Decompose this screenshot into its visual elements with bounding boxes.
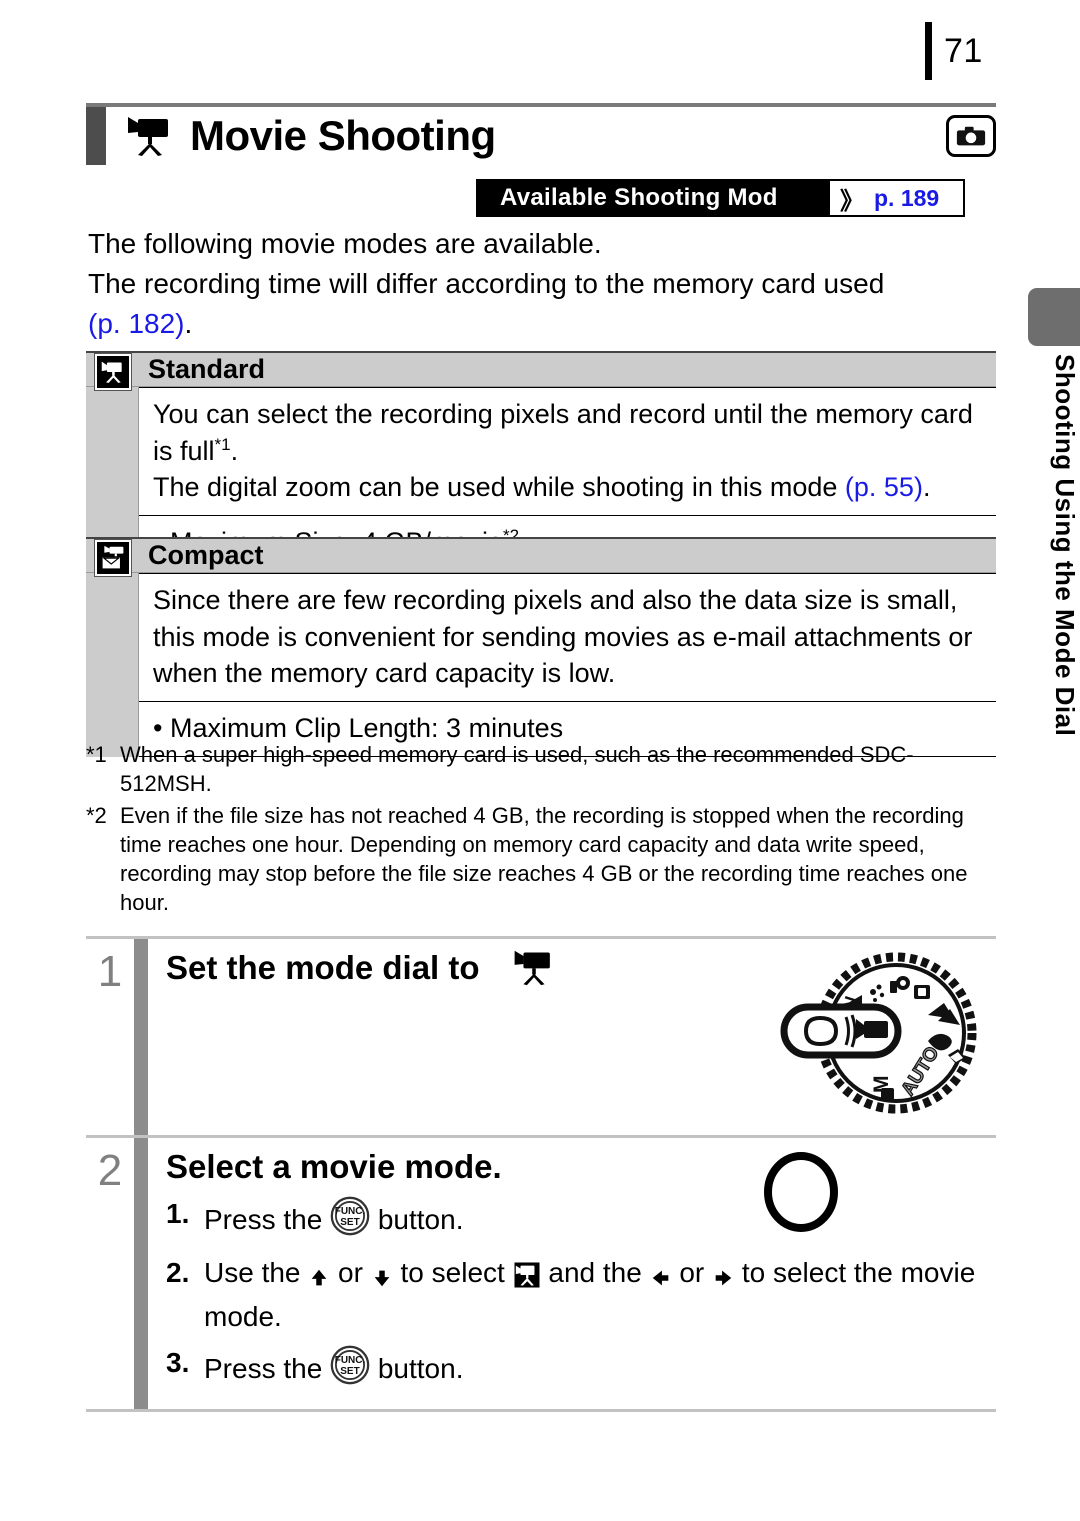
page-title: Movie Shooting <box>190 112 496 159</box>
mode-dial-illustration: SCN M AUTO <box>778 945 988 1125</box>
standard-zoom-text: The digital zoom can be used while shoot… <box>153 472 845 503</box>
substep-item: 1. Press the FUNC. SET button. <box>166 1196 996 1245</box>
camera-back-circle-illustration <box>756 1150 856 1245</box>
substep-text-before: Press the <box>204 1353 331 1385</box>
substep-mid-4: or <box>671 1257 713 1289</box>
footnote-item: *1 When a super high-speed memory card i… <box>86 740 996 799</box>
substep-mid-3: and the <box>540 1257 650 1289</box>
movie-compact-email-icon <box>94 539 132 577</box>
step-number: 1 <box>97 947 123 996</box>
available-shooting-modes-badge[interactable]: Available Shooting Mod 》 p. 189 <box>476 179 966 217</box>
intro-line-3: (p. 182). <box>88 304 968 344</box>
badge-page-link[interactable]: p. 189 <box>874 185 939 212</box>
movie-camera-icon <box>124 115 176 157</box>
mode-row-description: Since there are few recording pixels and… <box>153 585 973 689</box>
step-divider-bar <box>134 939 148 1135</box>
standard-desc-period: . <box>230 435 239 466</box>
svg-text:SET: SET <box>340 1366 359 1377</box>
arrow-down-icon[interactable] <box>371 1262 393 1298</box>
movie-standard-icon <box>94 353 132 391</box>
substep-text: Use the or to select and the or to selec… <box>204 1255 996 1335</box>
mode-header-compact: Compact <box>86 537 996 577</box>
step-title-text: Set the mode dial to <box>166 949 480 986</box>
func-set-button-icon[interactable]: FUNC. SET <box>330 1196 370 1245</box>
footnote-mark: *1 <box>86 742 107 767</box>
mode-rows-compact: Since there are few recording pixels and… <box>139 573 996 757</box>
page-header: Movie Shooting <box>86 103 996 165</box>
mode-table-compact: Compact Since there are few recording pi… <box>86 537 996 757</box>
substep-number: 2. <box>166 1257 190 1289</box>
footnote-text: When a super high-speed memory card is u… <box>120 742 914 797</box>
intro-page-link[interactable]: (p. 182) <box>88 308 185 339</box>
step-divider-bar <box>134 1138 148 1409</box>
step-number: 2 <box>97 1146 123 1195</box>
footnote-item: *2 Even if the file size has not reached… <box>86 801 996 918</box>
footnote-mark: *2 <box>86 802 107 828</box>
arrow-left-icon[interactable] <box>650 1262 672 1298</box>
substep-text-before: Press the <box>204 1204 331 1235</box>
chevron-right-icon: 》 <box>840 187 864 215</box>
page-number-block: 71 <box>925 22 983 80</box>
intro-line-1: The following movie modes are available. <box>88 228 602 259</box>
page-number: 71 <box>944 31 983 70</box>
arrow-up-icon[interactable] <box>308 1262 330 1298</box>
side-tab-label: Shooting Using the Mode Dial <box>1050 354 1080 737</box>
substep-text-after: button. <box>370 1204 464 1235</box>
mode-row-description: You can select the recording pixels and … <box>139 388 996 515</box>
footnotes: *1 When a super high-speed memory card i… <box>86 740 996 920</box>
substep-text: Press the FUNC. SET button. <box>204 1345 996 1394</box>
substep-text: Press the FUNC. SET button. <box>204 1196 996 1245</box>
movie-camera-icon <box>511 949 557 994</box>
steps-list: 1 Set the mode dial to M AUTO 2 Select a… <box>86 936 996 1412</box>
intro-line-3-tail: . <box>184 307 193 339</box>
func-set-button-icon[interactable]: FUNC. SET <box>330 1345 370 1394</box>
substep-item: 3. Press the FUNC. SET button. <box>166 1345 996 1394</box>
footnote-marker-1: *1 <box>214 434 231 454</box>
substep-number: 3. <box>166 1347 190 1379</box>
side-tab-block <box>1028 288 1080 346</box>
arrow-right-icon[interactable] <box>712 1262 734 1298</box>
substep-number: 1. <box>166 1198 190 1229</box>
mode-label-compact: Compact <box>148 540 264 570</box>
svg-text:FUNC.: FUNC. <box>335 1206 366 1217</box>
substep-text-after: button. <box>370 1353 464 1385</box>
standard-desc-line-2: The digital zoom can be used while shoot… <box>153 469 984 506</box>
step-title: Select a movie mode. <box>166 1148 502 1185</box>
standard-zoom-tail: . <box>922 472 931 503</box>
page-number-rule <box>925 22 932 80</box>
standard-zoom-link[interactable]: (p. 55) <box>845 472 923 502</box>
svg-text:FUNC.: FUNC. <box>335 1355 366 1366</box>
intro-text: The following movie modes are available.… <box>88 224 968 343</box>
badge-reference[interactable]: 》 p. 189 <box>830 181 964 215</box>
mode-body-compact: Since there are few recording pixels and… <box>86 573 996 757</box>
svg-text:SET: SET <box>340 1217 359 1228</box>
mode-gutter-compact <box>86 573 139 757</box>
step-body: Set the mode dial to M AUTO <box>148 939 996 1135</box>
substep-mid-2: to select <box>392 1257 513 1289</box>
dial-selection-callout <box>780 1003 902 1059</box>
substep-text-before: Use the <box>204 1257 309 1289</box>
header-accent-bar <box>86 107 106 165</box>
side-tab: Shooting Using the Mode Dial <box>1028 288 1080 848</box>
step-item: 2 Select a movie mode. 1. Press the FUNC… <box>86 1135 996 1412</box>
substep-item: 2. Use the or to select and the or to se… <box>166 1255 996 1335</box>
mode-header-standard: Standard <box>86 351 996 391</box>
mode-label-standard: Standard <box>148 354 266 384</box>
footnote-text: Even if the file size has not reached 4 … <box>120 802 968 916</box>
standard-desc-text: You can select the recording pixels and … <box>153 399 973 466</box>
intro-line-2: The recording time will differ according… <box>88 267 885 299</box>
movie-standard-icon <box>512 1261 541 1298</box>
badge-label: Available Shooting Mod <box>478 181 830 215</box>
step-item: 1 Set the mode dial to M AUTO <box>86 936 996 1135</box>
camera-icon <box>946 115 996 157</box>
step-body: Select a movie mode. 1. Press the FUNC. S… <box>148 1138 996 1409</box>
substep-mid-1: or <box>330 1257 371 1289</box>
